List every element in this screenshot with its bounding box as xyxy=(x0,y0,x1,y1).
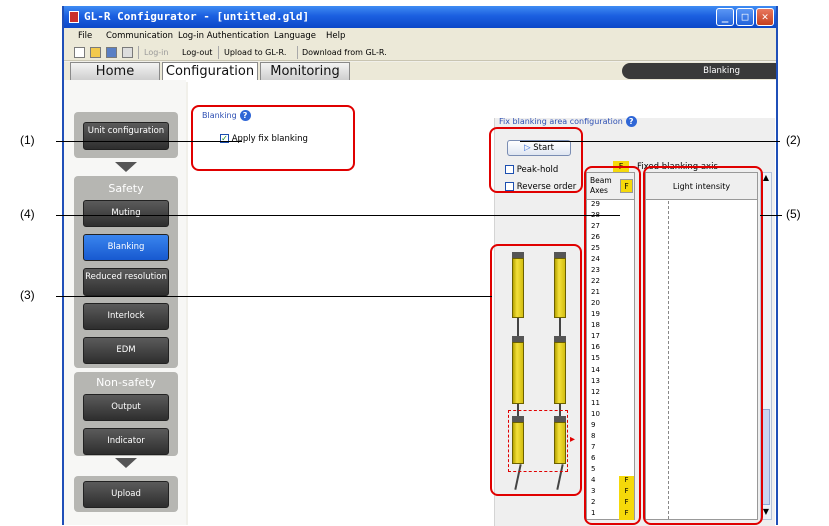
save-icon[interactable] xyxy=(106,47,117,58)
upload-button[interactable]: Upload to GL-R. xyxy=(224,48,286,57)
annotation-box-5 xyxy=(643,166,763,525)
down-arrow-icon xyxy=(115,458,137,468)
annotation-label-3: (3) xyxy=(20,288,35,302)
annotation-leader-4 xyxy=(56,215,620,216)
menu-help[interactable]: Help xyxy=(326,31,345,41)
annotation-box-3 xyxy=(490,244,582,496)
download-button[interactable]: Download from GL-R. xyxy=(302,48,387,57)
help-icon[interactable]: ? xyxy=(625,116,637,127)
menu-file[interactable]: File xyxy=(78,31,92,41)
annotation-label-5: (5) xyxy=(786,207,801,221)
toolbar: Log-in Log-out Upload to GL-R. Download … xyxy=(64,44,776,61)
nav-edm[interactable]: EDM xyxy=(83,337,169,364)
nav-blanking[interactable]: Blanking xyxy=(83,234,169,261)
print-icon[interactable] xyxy=(122,47,133,58)
scroll-thumb[interactable] xyxy=(762,409,770,505)
tab-monitoring[interactable]: Monitoring xyxy=(260,62,350,80)
tab-home[interactable]: Home xyxy=(70,62,160,80)
nonsafety-heading: Non-safety xyxy=(96,376,156,389)
maximize-button[interactable]: □ xyxy=(736,8,754,26)
nav-reduced-resolution[interactable]: Reduced resolution xyxy=(83,268,169,296)
open-folder-icon[interactable] xyxy=(90,47,101,58)
annotation-leader-5 xyxy=(760,215,782,216)
current-page-indicator: Blanking xyxy=(622,63,776,79)
window-title: GL-R Configurator - [untitled.gld] xyxy=(84,10,310,23)
annotation-box-1 xyxy=(191,105,355,171)
annotation-label-1: (1) xyxy=(20,133,35,147)
annotation-box-4 xyxy=(584,166,641,525)
annotation-box-2 xyxy=(489,127,583,193)
nav-indicator[interactable]: Indicator xyxy=(83,428,169,455)
left-nav: Unit configuration Safety Muting Blankin… xyxy=(64,80,186,525)
annotation-label-4: (4) xyxy=(20,207,35,221)
annotation-label-2: (2) xyxy=(786,133,801,147)
tab-bar: Home Configuration Monitoring Blanking xyxy=(64,62,776,82)
toolbar-separator xyxy=(218,46,219,59)
toolbar-separator xyxy=(138,46,139,59)
down-arrow-icon xyxy=(115,162,137,172)
menu-login-authentication[interactable]: Log-in Authentication xyxy=(178,31,269,41)
nav-interlock[interactable]: Interlock xyxy=(83,303,169,330)
menu-language[interactable]: Language xyxy=(274,31,316,41)
nav-upload[interactable]: Upload xyxy=(83,481,169,508)
nav-unit-configuration[interactable]: Unit configuration xyxy=(83,122,169,150)
menu-bar: File Communication Log-in Authentication… xyxy=(64,28,776,44)
annotation-leader-1 xyxy=(56,141,242,142)
new-file-icon[interactable] xyxy=(74,47,85,58)
minimize-button[interactable]: _ xyxy=(716,8,734,26)
fix-area-title: Fix blanking area configuration ? xyxy=(499,116,637,127)
nav-muting[interactable]: Muting xyxy=(83,200,169,227)
annotation-leader-2 xyxy=(520,141,780,142)
safety-heading: Safety xyxy=(108,182,144,195)
logout-button[interactable]: Log-out xyxy=(182,48,212,57)
close-button[interactable]: ✕ xyxy=(756,8,774,26)
login-button[interactable]: Log-in xyxy=(144,48,168,57)
toolbar-separator xyxy=(297,46,298,59)
fix-area-title-text: Fix blanking area configuration xyxy=(499,117,623,126)
menu-communication[interactable]: Communication xyxy=(106,31,173,41)
tab-configuration[interactable]: Configuration xyxy=(162,62,258,82)
app-icon xyxy=(69,11,79,23)
nav-output[interactable]: Output xyxy=(83,394,169,421)
annotation-leader-3 xyxy=(56,296,492,297)
title-bar: GL-R Configurator - [untitled.gld] _ □ ✕ xyxy=(64,6,776,28)
